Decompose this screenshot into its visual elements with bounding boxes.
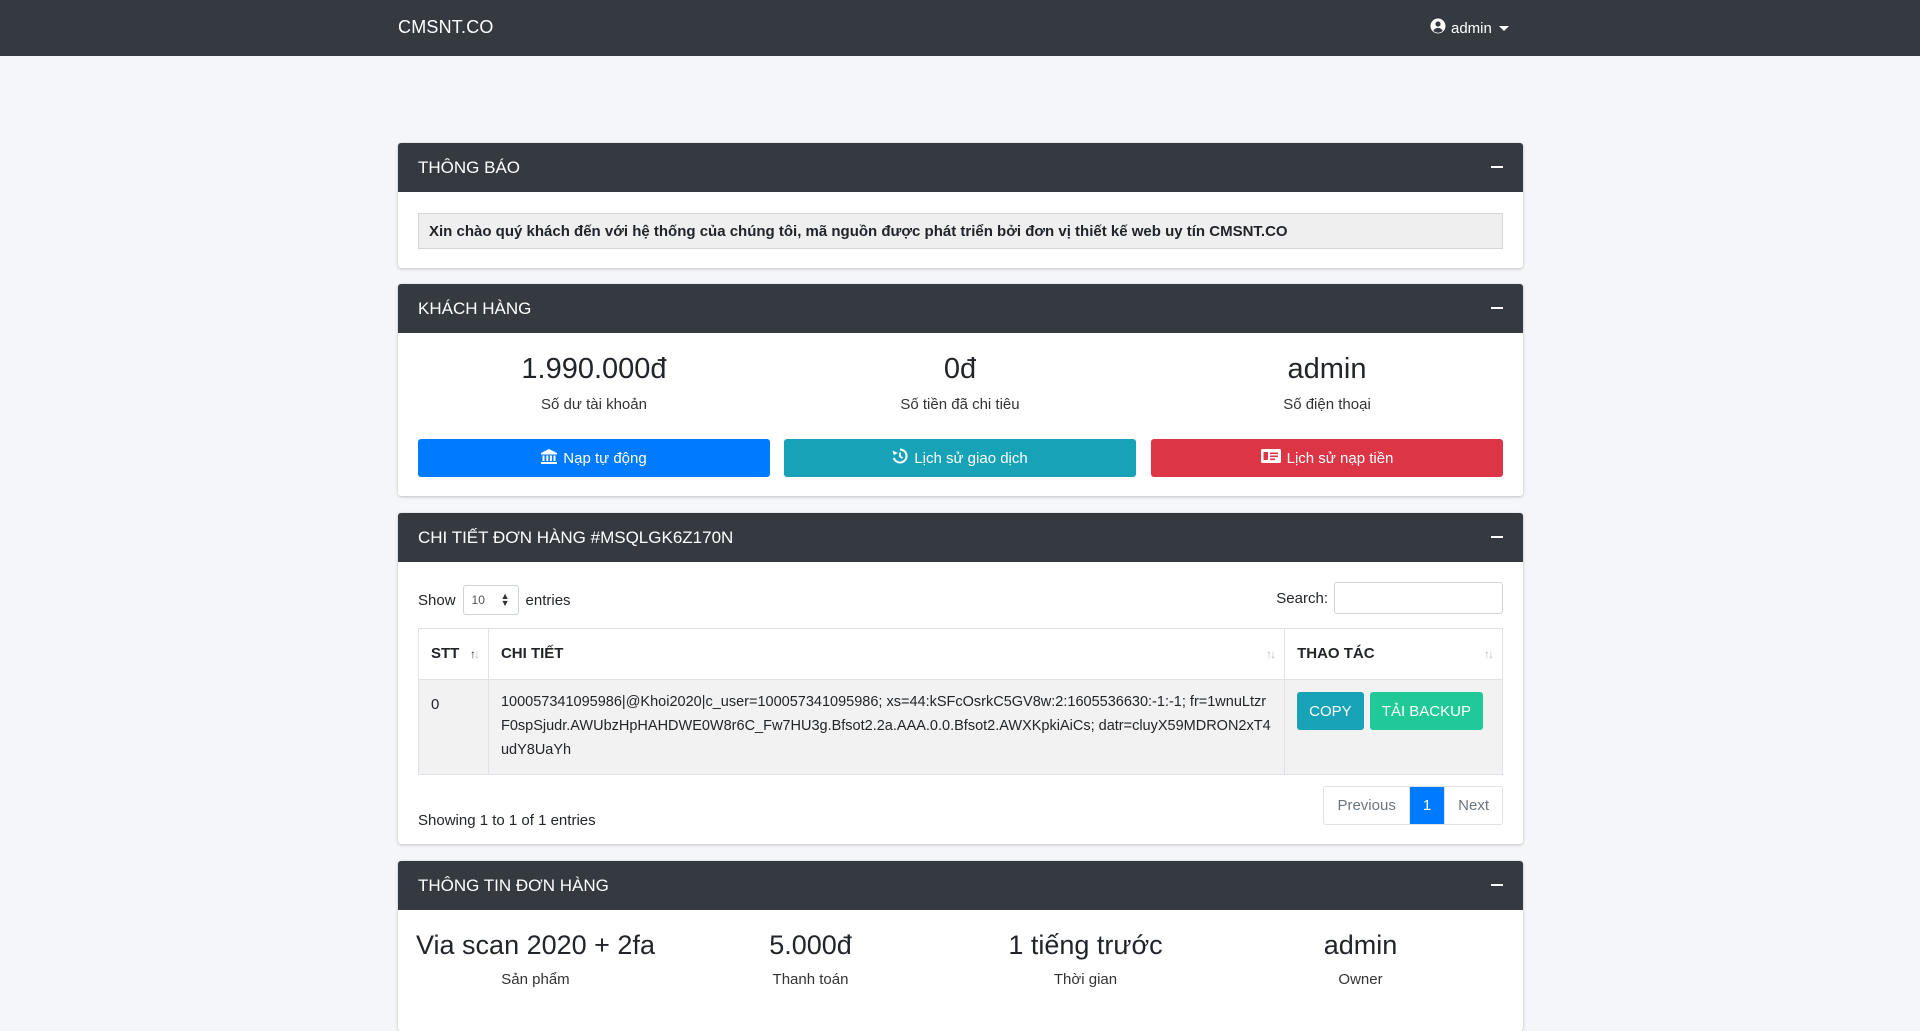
column-header-label: CHI TIẾT xyxy=(500,645,564,662)
stat-label: Số dư tài khoản xyxy=(541,396,647,413)
search-label: Search: xyxy=(1276,589,1328,607)
stat-spent: 0đ Số tiền đã chi tiêu xyxy=(784,353,1136,413)
order-info-label: Thời gian xyxy=(1053,971,1118,988)
chevron-down-icon xyxy=(1498,25,1509,31)
stat-value: 0đ xyxy=(943,353,977,385)
card-header: THÔNG TIN ĐƠN HÀNG xyxy=(398,861,1523,910)
account-detail-text: 100057341095986|@Khoi2020|c_user=1000573… xyxy=(500,694,1271,758)
order-info-value: 1 tiếng trước xyxy=(1008,930,1163,960)
entries-label: entries xyxy=(525,591,571,609)
column-header-label: THAO TÁC xyxy=(1297,645,1375,662)
order-detail-card: CHI TIẾT ĐƠN HÀNG #MSQLGK6Z170N Show 10 … xyxy=(398,513,1523,844)
order-info-product: Via scan 2020 + 2fa Sản phẩm xyxy=(398,930,673,988)
cell-stt: 0 xyxy=(418,679,489,775)
auto-topup-button[interactable]: Nạp tự động xyxy=(418,439,770,477)
user-menu-dropdown[interactable]: admin xyxy=(1430,18,1509,38)
brand-logo[interactable]: CMSNT.CO xyxy=(398,17,494,38)
column-header-stt[interactable]: STT ↑↓ xyxy=(418,628,489,680)
minus-icon[interactable] xyxy=(1491,884,1503,886)
stat-value: 1.990.000đ xyxy=(521,353,667,385)
stat-balance: 1.990.000đ Số dư tài khoản xyxy=(418,353,770,413)
order-info-value: admin xyxy=(1323,930,1398,960)
order-info-card: THÔNG TIN ĐƠN HÀNG Via scan 2020 + 2fa S… xyxy=(398,861,1523,1031)
order-info-value: Via scan 2020 + 2fa xyxy=(416,930,655,960)
bank-icon xyxy=(541,448,558,468)
entries-select[interactable]: 10 ▲ ▼ xyxy=(462,585,519,615)
minus-icon[interactable] xyxy=(1491,307,1503,309)
column-header-detail[interactable]: CHI TIẾT ↑↓ xyxy=(487,628,1286,680)
column-header-label: STT xyxy=(431,645,460,662)
select-arrows-icon: ▲ ▼ xyxy=(500,591,510,608)
card-header: KHÁCH HÀNG xyxy=(398,284,1523,333)
order-info-label: Sản phẩm xyxy=(501,971,570,988)
search-input[interactable] xyxy=(1334,582,1503,614)
show-label: Show xyxy=(418,591,456,609)
table-header-row: STT ↑↓ CHI TIẾT ↑↓ THAO TÁC ↑↓ xyxy=(418,628,1503,680)
pagination-page-1[interactable]: 1 xyxy=(1409,787,1445,824)
topup-history-button[interactable]: Lịch sử nạp tiền xyxy=(1151,439,1503,477)
card-header: THÔNG BÁO xyxy=(398,143,1523,192)
order-detail-table: STT ↑↓ CHI TIẾT ↑↓ THAO TÁC ↑↓ 0 1000573… xyxy=(418,628,1503,775)
pagination-next[interactable]: Next xyxy=(1444,787,1502,824)
cell-actions: COPY TẢI BACKUP xyxy=(1284,679,1503,775)
money-card-icon xyxy=(1260,449,1281,467)
button-label: Lịch sử giao dịch xyxy=(914,449,1028,467)
customer-card: KHÁCH HÀNG 1.990.000đ Số dư tài khoản 0đ… xyxy=(398,284,1523,496)
stat-label: Số tiền đã chi tiêu xyxy=(900,396,1020,413)
notice-card: THÔNG BÁO Xin chào quý khách đến với hệ … xyxy=(398,143,1523,268)
card-title: THÔNG TIN ĐƠN HÀNG xyxy=(418,876,609,895)
minus-icon[interactable] xyxy=(1491,536,1503,538)
order-info-time: 1 tiếng trước Thời gian xyxy=(948,930,1223,988)
card-header: CHI TIẾT ĐƠN HÀNG #MSQLGK6Z170N xyxy=(398,513,1523,562)
entries-select-value: 10 xyxy=(471,593,485,607)
button-label: Lịch sử nạp tiền xyxy=(1286,449,1394,467)
notice-message: Xin chào quý khách đến với hệ thống của … xyxy=(418,213,1503,249)
stat-phone: admin Số điện thoại xyxy=(1151,353,1503,413)
history-icon xyxy=(892,448,908,468)
card-title: CHI TIẾT ĐƠN HÀNG #MSQLGK6Z170N xyxy=(418,528,734,547)
button-label: Nạp tự động xyxy=(563,449,647,467)
order-info-payment: 5.000đ Thanh toán xyxy=(673,930,948,988)
cell-detail: 100057341095986|@Khoi2020|c_user=1000573… xyxy=(487,679,1286,775)
table-row: 0 100057341095986|@Khoi2020|c_user=10005… xyxy=(418,679,1503,775)
card-title: KHÁCH HÀNG xyxy=(418,299,532,318)
order-info-label: Owner xyxy=(1338,971,1383,988)
order-info-label: Thanh toán xyxy=(772,971,849,988)
minus-icon[interactable] xyxy=(1491,166,1503,168)
order-info-owner: admin Owner xyxy=(1223,930,1498,988)
sort-asc-icon: ↑↓ xyxy=(469,647,480,661)
card-title: THÔNG BÁO xyxy=(418,158,521,177)
user-name: admin xyxy=(1451,19,1492,37)
stat-value: admin xyxy=(1287,353,1367,385)
transaction-history-button[interactable]: Lịch sử giao dịch xyxy=(784,439,1136,477)
download-backup-button[interactable]: TẢI BACKUP xyxy=(1369,692,1483,730)
top-navbar: CMSNT.CO admin xyxy=(0,0,1920,56)
sort-icon: ↑↓ xyxy=(1266,647,1276,661)
pagination-previous[interactable]: Previous xyxy=(1324,787,1410,824)
table-search: Search: xyxy=(1276,582,1503,614)
table-info: Showing 1 to 1 of 1 entries xyxy=(418,812,596,829)
entries-length-control: Show 10 ▲ ▼ entries xyxy=(418,585,571,615)
stat-label: Số điện thoại xyxy=(1283,396,1371,413)
column-header-actions[interactable]: THAO TÁC ↑↓ xyxy=(1284,628,1503,680)
sort-icon: ↑↓ xyxy=(1484,647,1494,661)
order-info-value: 5.000đ xyxy=(769,930,852,960)
pagination: Previous 1 Next xyxy=(1323,786,1503,825)
copy-button[interactable]: COPY xyxy=(1297,692,1364,730)
user-circle-icon xyxy=(1430,18,1446,38)
